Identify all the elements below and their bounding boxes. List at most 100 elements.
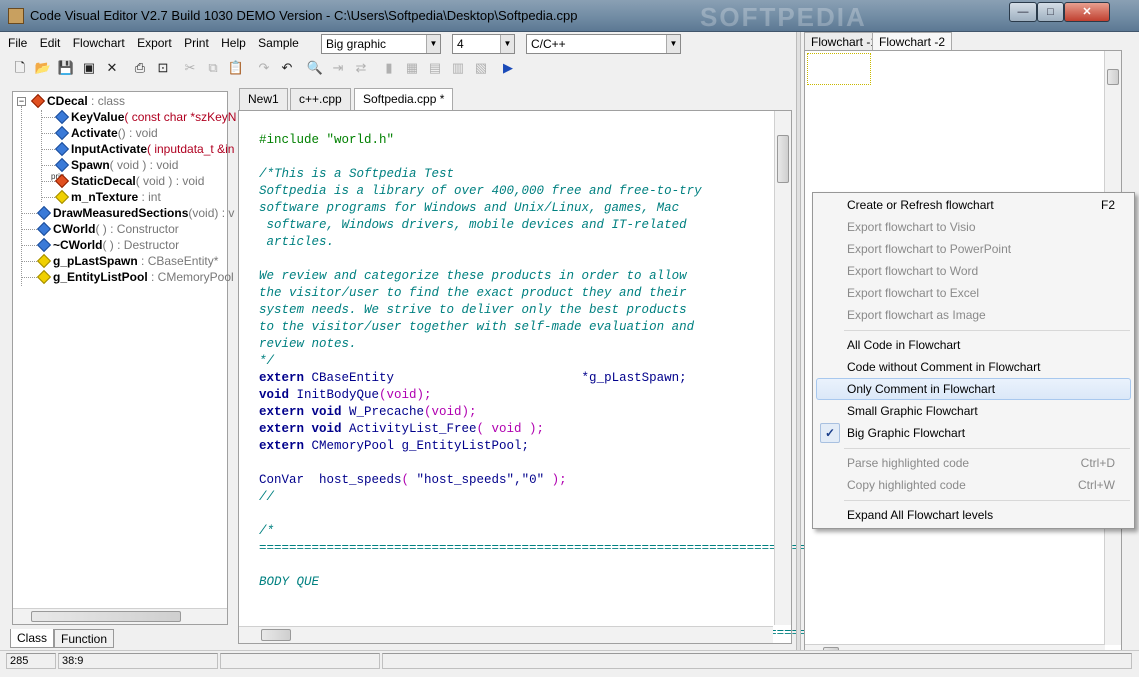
open-folder-icon[interactable]: 📂 (33, 58, 53, 78)
menu-export[interactable]: Export (137, 36, 172, 50)
language-value: C/C++ (531, 37, 566, 51)
format-code-icon[interactable]: ▤ (425, 58, 445, 78)
tree-item-function[interactable]: ~CWorld( ) : Destructor (36, 237, 179, 253)
menu-sample[interactable]: Sample (258, 36, 299, 50)
method-icon (54, 141, 70, 157)
method-icon (54, 125, 70, 141)
tab-function[interactable]: Function (54, 629, 115, 648)
variable-icon (36, 253, 52, 269)
comment-icon[interactable]: ▥ (448, 58, 468, 78)
app-icon (8, 8, 24, 24)
tree-item-function[interactable]: DrawMeasuredSections(void) : v (36, 205, 234, 221)
status-cell (220, 653, 380, 669)
flowchart-node[interactable] (807, 53, 871, 85)
tree-item-variable[interactable]: g_EntityListPool : CMemoryPool (36, 269, 234, 285)
editor-horizontal-scrollbar[interactable] (239, 626, 773, 643)
menu-print[interactable]: Print (184, 36, 209, 50)
graphic-size-select[interactable]: Big graphic ▼ (321, 34, 441, 54)
method-icon (54, 109, 70, 125)
menu-item-export-image[interactable]: Export flowchart as Image (816, 304, 1131, 326)
minimize-button[interactable]: — (1009, 2, 1037, 22)
tree-horizontal-scrollbar[interactable] (13, 608, 227, 624)
tree-view-tabs: Class Function (10, 629, 210, 649)
menu-item-expand-all[interactable]: Expand All Flowchart levels (816, 504, 1131, 526)
menu-item-only-comment[interactable]: Only Comment in Flowchart (816, 378, 1131, 400)
variable-icon (36, 269, 52, 285)
panel-splitter[interactable] (796, 32, 801, 666)
scroll-thumb[interactable] (31, 611, 181, 622)
menu-edit[interactable]: Edit (40, 36, 61, 50)
menu-item-parse-highlighted[interactable]: Parse highlighted code Ctrl+D (816, 452, 1131, 474)
menu-item-export-word[interactable]: Export flowchart to Word (816, 260, 1131, 282)
menu-file[interactable]: File (8, 36, 27, 50)
tree-item-member[interactable]: m_nTexture : int (54, 189, 161, 205)
class-tree-panel: − CDecal : class KeyValue( const char *s… (12, 91, 236, 625)
print-icon[interactable]: ⎙ (130, 58, 150, 78)
indent-select[interactable]: 4 ▼ (452, 34, 515, 54)
indent-value: 4 (457, 37, 464, 51)
menu-item-copy-highlighted[interactable]: Copy highlighted code Ctrl+W (816, 474, 1131, 496)
run-icon[interactable]: ▶ (498, 58, 518, 78)
scroll-thumb[interactable] (1107, 69, 1119, 85)
menu-separator (844, 448, 1130, 449)
tree-item-method[interactable]: Spawn( void ) : void (54, 157, 178, 173)
menu-item-code-without-comment[interactable]: Code without Comment in Flowchart (816, 356, 1131, 378)
print-preview-icon[interactable]: ⊡ (153, 58, 173, 78)
tree-item-method[interactable]: KeyValue( const char *szKeyN (54, 109, 236, 125)
tree-item-class[interactable]: CDecal : class (30, 93, 125, 109)
close-button[interactable]: ✕ (1064, 2, 1110, 22)
save-all-icon[interactable]: ▣ (79, 58, 99, 78)
menu-help[interactable]: Help (221, 36, 246, 50)
close-file-icon[interactable]: ✕ (102, 58, 122, 78)
graphic-size-value: Big graphic (326, 37, 387, 51)
replace-icon[interactable]: ⇄ (351, 58, 371, 78)
tab-cpp[interactable]: c++.cpp (290, 88, 351, 110)
menu-separator (844, 330, 1130, 331)
tab-flowchart-2[interactable]: Flowchart -2 (872, 32, 953, 52)
menu-flowchart[interactable]: Flowchart (73, 36, 125, 50)
tree-item-function[interactable]: CWorld( ) : Constructor (36, 221, 179, 237)
menu-item-export-excel[interactable]: Export flowchart to Excel (816, 282, 1131, 304)
language-select[interactable]: C/C++ ▼ (526, 34, 681, 54)
window-title: Code Visual Editor V2.7 Build 1030 DEMO … (30, 8, 578, 23)
format-block-icon[interactable]: ▦ (402, 58, 422, 78)
menu-item-big-graphic[interactable]: ✓ Big Graphic Flowchart (816, 422, 1131, 444)
menu-separator (844, 500, 1130, 501)
tree-item-method[interactable]: InputActivate( inputdata_t &in (54, 141, 234, 157)
menu-item-create-refresh[interactable]: Create or Refresh flowchart F2 (816, 194, 1131, 216)
menu-item-export-powerpoint[interactable]: Export flowchart to PowerPoint (816, 238, 1131, 260)
member-icon (54, 189, 70, 205)
redo-icon[interactable]: ↷ (254, 58, 274, 78)
check-icon: ✓ (820, 423, 840, 443)
cut-icon[interactable]: ✂ (180, 58, 200, 78)
editor-vertical-scrollbar[interactable] (774, 111, 791, 625)
tree-item-method[interactable]: StaticDecal( void ) : void (54, 173, 204, 189)
paste-icon[interactable]: 📋 (226, 58, 246, 78)
scroll-thumb[interactable] (261, 629, 291, 641)
code-editor[interactable]: #include "world.h" /*This is a Softpedia… (238, 110, 814, 644)
new-file-icon[interactable]: 🗋 (10, 58, 30, 78)
bookmark-icon[interactable]: ▮ (379, 58, 399, 78)
menu-item-all-code[interactable]: All Code in Flowchart (816, 334, 1131, 356)
maximize-button[interactable]: □ (1037, 2, 1064, 22)
tree-item-variable[interactable]: g_pLastSpawn : CBaseEntity* (36, 253, 218, 269)
tab-new1[interactable]: New1 (239, 88, 288, 110)
tree-item-method[interactable]: Activate() : void (54, 125, 158, 141)
collapse-toggle[interactable]: − (17, 97, 26, 106)
save-icon[interactable]: 💾 (56, 58, 76, 78)
copy-icon[interactable]: ⧉ (203, 58, 223, 78)
find-icon[interactable]: 🔍 (305, 58, 325, 78)
undo-icon[interactable]: ↶ (277, 58, 297, 78)
tab-softpedia-cpp[interactable]: Softpedia.cpp * (354, 88, 454, 110)
status-position: 38:9 (58, 653, 218, 669)
uncomment-icon[interactable]: ▧ (471, 58, 491, 78)
code-text: #include "world.h" /*This is a Softpedia… (259, 133, 815, 640)
menu-bar: File Edit Flowchart Export Print Help Sa… (8, 36, 308, 54)
menu-item-export-visio[interactable]: Export flowchart to Visio (816, 216, 1131, 238)
tab-class[interactable]: Class (10, 629, 55, 648)
menu-item-small-graphic[interactable]: Small Graphic Flowchart (816, 400, 1131, 422)
find-next-icon[interactable]: ⇥ (328, 58, 348, 78)
status-bar: 285 38:9 (0, 650, 1139, 677)
chevron-down-icon: ▼ (426, 35, 440, 53)
scroll-thumb[interactable] (777, 135, 789, 183)
